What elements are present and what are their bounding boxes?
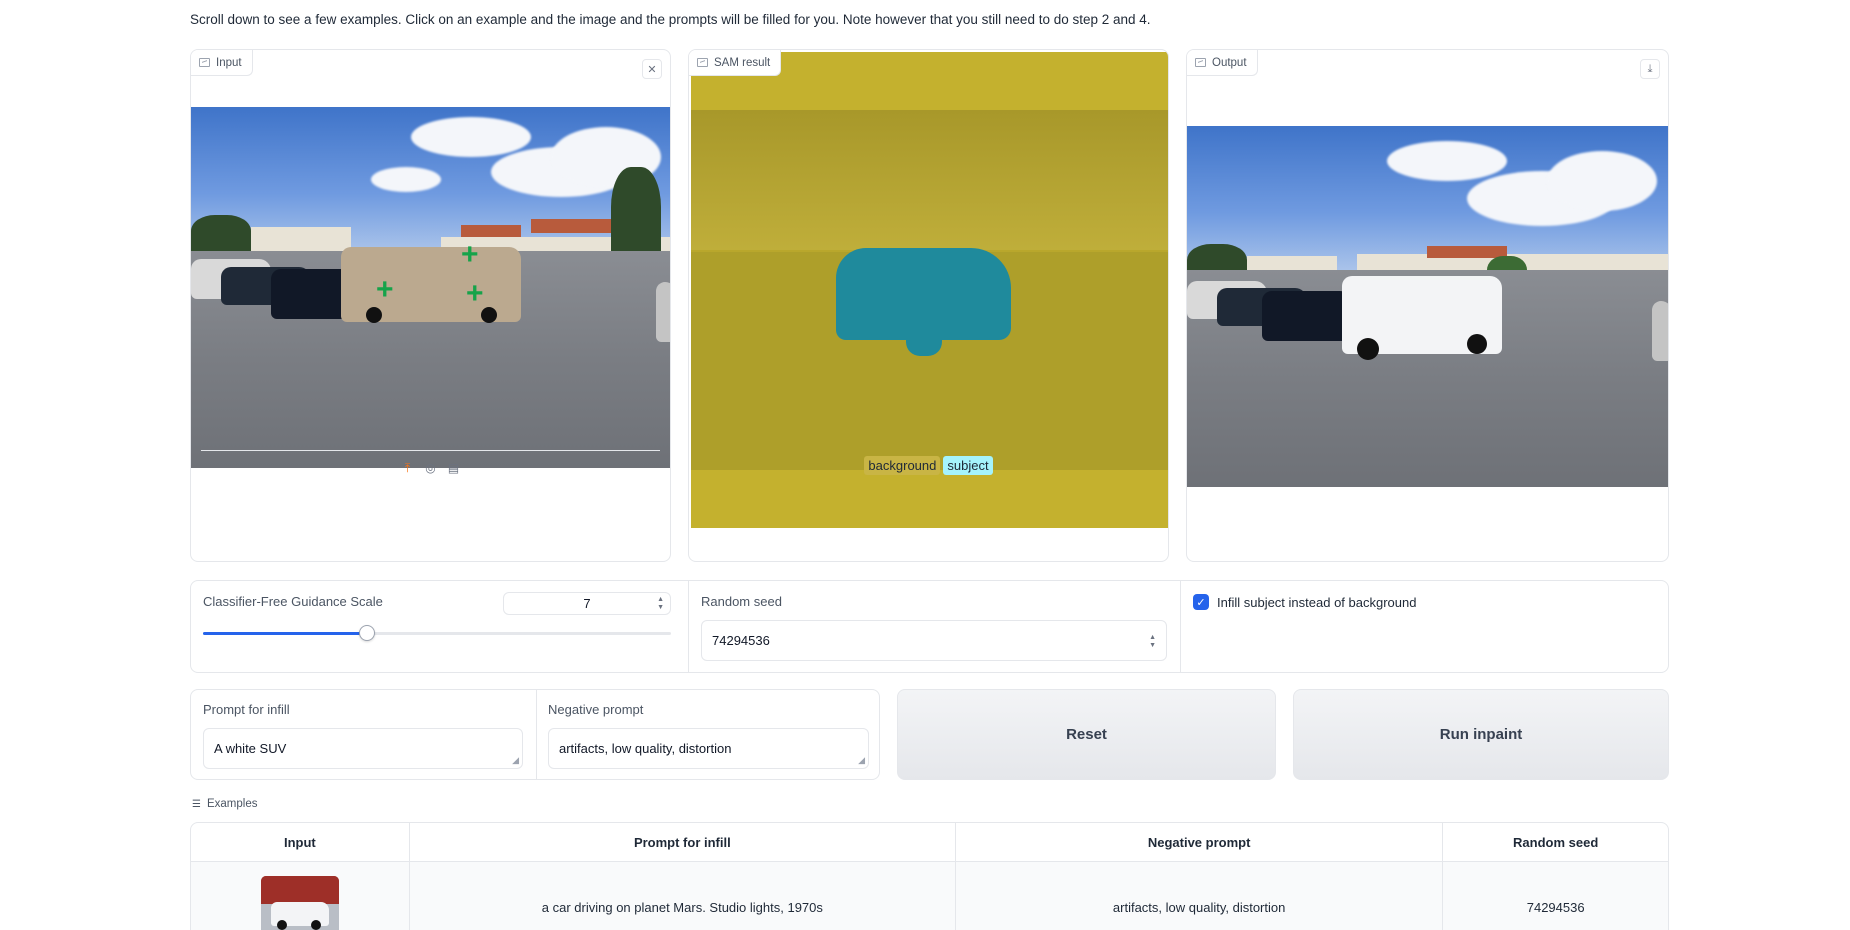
input-image[interactable]: + + + bbox=[191, 107, 670, 468]
header-seed: Random seed bbox=[1513, 834, 1599, 850]
header-prompt: Prompt for infill bbox=[410, 823, 956, 861]
stepper-icon[interactable]: ▲ ▼ bbox=[657, 596, 664, 612]
image-icon bbox=[1195, 58, 1206, 67]
header-input: Input bbox=[191, 823, 410, 861]
infill-subject-checkbox[interactable]: ✓ bbox=[1193, 594, 1209, 610]
infill-subject-label[interactable]: Infill subject instead of background bbox=[1217, 595, 1416, 610]
examples-label: ☰ Examples bbox=[192, 798, 257, 810]
cfg-scale-number-input[interactable]: 7 ▲ ▼ bbox=[503, 592, 671, 615]
negative-prompt-textarea[interactable]: artifacts, low quality, distortion ◢ bbox=[548, 728, 869, 769]
download-button[interactable]: ⤓ bbox=[1640, 59, 1660, 79]
input-panel-label: Input bbox=[191, 50, 253, 76]
image-icon bbox=[697, 58, 708, 67]
example-prompt-cell[interactable]: a car driving on planet Mars. Studio lig… bbox=[410, 862, 956, 930]
clipboard-icon[interactable]: ▤ bbox=[447, 461, 461, 475]
cfg-slider-thumb[interactable] bbox=[359, 625, 375, 641]
negative-prompt-value: artifacts, low quality, distortion bbox=[559, 741, 732, 756]
example-negative-cell[interactable]: artifacts, low quality, distortion bbox=[956, 862, 1444, 930]
infill-prompt-textarea[interactable]: A white SUV ◢ bbox=[203, 728, 523, 769]
cfg-scale-value: 7 bbox=[583, 596, 591, 611]
source-toolbar-divider bbox=[201, 450, 660, 451]
run-inpaint-button[interactable]: Run inpaint bbox=[1293, 689, 1669, 780]
close-icon: ✕ bbox=[647, 63, 657, 76]
infill-prompt-value: A white SUV bbox=[214, 741, 287, 756]
upload-icon[interactable]: ⤒ bbox=[401, 461, 415, 475]
download-icon: ⤓ bbox=[1647, 62, 1653, 75]
infill-prompt-label: Prompt for infill bbox=[203, 702, 290, 717]
output-panel-label: Output bbox=[1187, 50, 1258, 76]
clear-image-button[interactable]: ✕ bbox=[642, 59, 662, 79]
sam-result-panel: SAM result background subject bbox=[688, 49, 1169, 562]
example-row[interactable]: a car driving on planet Mars. Studio lig… bbox=[191, 862, 1668, 930]
intro-text: Scroll down to see a few examples. Click… bbox=[190, 12, 1151, 27]
seed-label: Random seed bbox=[701, 594, 782, 609]
examples-table: Input Prompt for infill Negative prompt … bbox=[190, 822, 1669, 930]
examples-header-row: Input Prompt for infill Negative prompt … bbox=[191, 823, 1668, 862]
reset-button[interactable]: Reset bbox=[897, 689, 1276, 780]
negative-prompt-label: Negative prompt bbox=[548, 702, 644, 717]
prompt-group: Prompt for infill A white SUV ◢ Negative… bbox=[190, 689, 880, 780]
resize-handle-icon[interactable]: ◢ bbox=[858, 755, 865, 766]
sam-panel-label: SAM result bbox=[689, 50, 782, 76]
image-icon bbox=[199, 58, 210, 67]
seed-value: 74294536 bbox=[712, 633, 770, 648]
example-input-cell[interactable] bbox=[191, 862, 410, 930]
header-negative: Negative prompt bbox=[956, 823, 1444, 861]
cfg-scale-label: Classifier-Free Guidance Scale bbox=[203, 594, 383, 609]
resize-handle-icon[interactable]: ◢ bbox=[512, 755, 519, 766]
check-icon: ✓ bbox=[1196, 596, 1206, 609]
cfg-scale-control: Classifier-Free Guidance Scale 7 ▲ ▼ bbox=[191, 581, 688, 672]
legend-subject: subject bbox=[943, 456, 993, 475]
legend-background: background bbox=[864, 456, 941, 475]
controls-row: Classifier-Free Guidance Scale 7 ▲ ▼ Rand… bbox=[190, 580, 1669, 673]
output-image bbox=[1187, 126, 1668, 487]
sam-label-text: SAM result bbox=[714, 56, 771, 69]
output-label-text: Output bbox=[1212, 56, 1247, 69]
output-image-panel: Output ⤓ bbox=[1186, 49, 1669, 562]
seed-control: Random seed 74294536 ▲ ▼ bbox=[688, 581, 1180, 672]
sam-legend: background subject bbox=[689, 456, 1168, 475]
stepper-icon[interactable]: ▲ ▼ bbox=[1149, 634, 1156, 650]
example-thumbnail[interactable] bbox=[260, 876, 339, 930]
list-icon: ☰ bbox=[192, 798, 201, 810]
image-source-toolbar: ⤒ ◎ ▤ bbox=[191, 461, 670, 476]
example-seed-cell[interactable]: 74294536 bbox=[1443, 862, 1668, 930]
webcam-icon[interactable]: ◎ bbox=[424, 461, 438, 475]
infill-toggle-cell: ✓ Infill subject instead of background bbox=[1180, 581, 1669, 672]
input-label-text: Input bbox=[216, 56, 242, 69]
input-image-panel[interactable]: Input ✕ + + + ⤒ ◎ ▤ bbox=[190, 49, 671, 562]
cfg-slider-fill bbox=[203, 632, 367, 635]
examples-label-text: Examples bbox=[206, 798, 258, 810]
seed-input[interactable]: 74294536 ▲ ▼ bbox=[701, 620, 1167, 661]
